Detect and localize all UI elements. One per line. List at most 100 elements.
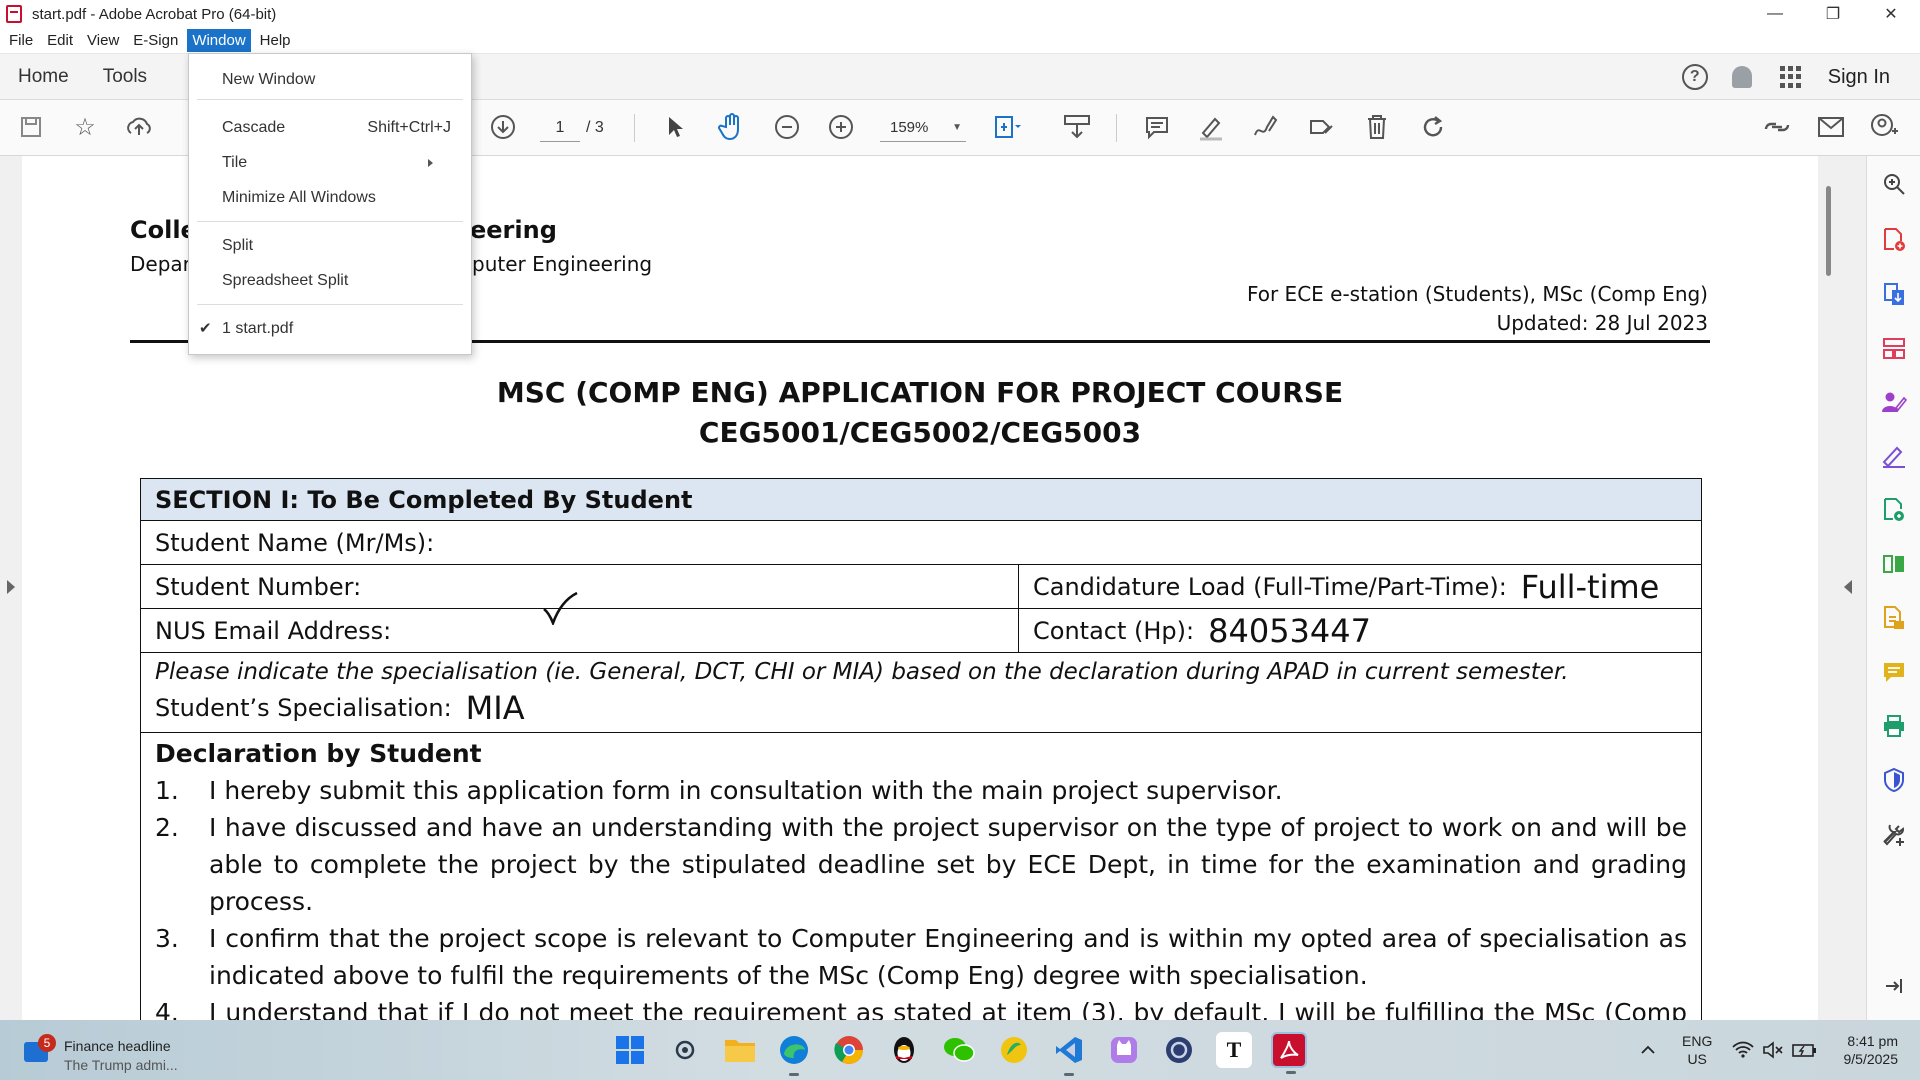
- menu-item-spreadsheet-split[interactable]: Spreadsheet Split: [222, 272, 348, 290]
- zoom-level-value: 159%: [890, 119, 929, 136]
- checkmark-icon: ✔: [199, 320, 212, 337]
- menu-item-start-pdf[interactable]: 1 start.pdf: [222, 320, 293, 338]
- menu-view[interactable]: View: [82, 29, 124, 52]
- comment-panel-icon[interactable]: [1880, 658, 1908, 686]
- menu-item-new-window[interactable]: New Window: [222, 71, 315, 89]
- typora-icon[interactable]: T: [1216, 1032, 1252, 1068]
- fill-sign-icon[interactable]: [1306, 112, 1336, 142]
- vscode-icon[interactable]: [1051, 1032, 1087, 1076]
- clock-time: 8:41 pm: [1847, 1033, 1898, 1049]
- search-zoom-icon[interactable]: [1880, 170, 1908, 198]
- dark-app-icon[interactable]: [1161, 1032, 1197, 1068]
- zoom-level-select[interactable]: 159% ▼: [880, 114, 966, 142]
- clock-date: 9/5/2025: [1843, 1051, 1899, 1067]
- page-total: / 3: [586, 119, 604, 136]
- specialisation-row: Please indicate the specialisation (ie. …: [141, 653, 1701, 733]
- help-icon[interactable]: ?: [1681, 64, 1708, 90]
- zoom-out-icon[interactable]: [772, 112, 802, 142]
- upload-cloud-icon[interactable]: [124, 112, 154, 142]
- fill-and-sign-icon[interactable]: [1880, 442, 1908, 470]
- menu-file[interactable]: File: [4, 29, 38, 52]
- fit-page-icon[interactable]: [992, 112, 1022, 142]
- save-icon[interactable]: [16, 112, 46, 142]
- notifications-bell-icon[interactable]: [1731, 66, 1752, 88]
- scrollbar-thumb[interactable]: [1826, 186, 1831, 276]
- menu-item-split[interactable]: Split: [222, 237, 253, 255]
- email-envelope-icon[interactable]: [1816, 112, 1846, 142]
- application-form-table: SECTION I: To Be Completed By Student St…: [140, 478, 1702, 1020]
- rotate-icon[interactable]: [1418, 112, 1448, 142]
- download-circle-icon[interactable]: [488, 112, 518, 142]
- organize-pages-icon[interactable]: [1880, 334, 1908, 362]
- combine-files-icon[interactable]: [1880, 604, 1908, 632]
- sign-in-button[interactable]: Sign In: [1828, 66, 1890, 89]
- chrome-browser-icon[interactable]: [831, 1032, 867, 1068]
- menu-item-tile[interactable]: Tile: [222, 154, 247, 172]
- minimize-button[interactable]: —: [1746, 0, 1804, 28]
- comment-icon[interactable]: [1142, 112, 1172, 142]
- menu-esign[interactable]: E-Sign: [128, 29, 183, 52]
- acrobat-taskbar-icon[interactable]: [1271, 1032, 1307, 1074]
- menu-window[interactable]: Window: [187, 29, 251, 52]
- select-cursor-icon[interactable]: [660, 112, 690, 142]
- wifi-icon[interactable]: [1732, 1020, 1754, 1080]
- toolbar-divider: [1116, 114, 1117, 142]
- news-badge: 5: [38, 1034, 56, 1052]
- bookmark-star-icon[interactable]: ☆: [70, 112, 100, 142]
- tray-overflow-chevron-icon[interactable]: [1640, 1020, 1656, 1080]
- edit-pdf-icon[interactable]: [1880, 496, 1908, 524]
- tools-tab[interactable]: Tools: [103, 66, 147, 88]
- yellow-app-icon[interactable]: [996, 1032, 1032, 1068]
- email-cell: NUS Email Address:: [141, 609, 1019, 653]
- menu-edit[interactable]: Edit: [42, 29, 78, 52]
- collapse-right-panel-icon[interactable]: [1880, 972, 1908, 1000]
- menu-item-minimize-all[interactable]: Minimize All Windows: [222, 189, 376, 207]
- search-icon[interactable]: [667, 1032, 703, 1068]
- draw-sign-icon[interactable]: [1250, 112, 1280, 142]
- restore-button[interactable]: ❐: [1804, 0, 1862, 28]
- create-pdf-icon[interactable]: [1880, 226, 1908, 254]
- highlight-pen-icon[interactable]: [1196, 112, 1226, 142]
- request-signatures-icon[interactable]: [1880, 388, 1908, 416]
- language-indicator[interactable]: ENG US: [1682, 1032, 1712, 1068]
- collapse-panel-arrow-icon[interactable]: [1844, 580, 1852, 594]
- title-bar: start.pdf - Adobe Acrobat Pro (64-bit) —…: [0, 0, 1920, 28]
- compare-files-icon[interactable]: [1880, 550, 1908, 578]
- apps-grid-icon[interactable]: [1779, 66, 1802, 88]
- page-number-input[interactable]: 1: [540, 114, 580, 142]
- menu-help[interactable]: Help: [255, 29, 296, 52]
- menu-item-cascade[interactable]: Cascade: [222, 119, 285, 137]
- protect-shield-icon[interactable]: [1880, 766, 1908, 794]
- qq-penguin-icon[interactable]: [886, 1032, 922, 1068]
- wechat-icon[interactable]: [941, 1032, 977, 1068]
- zoom-in-icon[interactable]: [826, 112, 856, 142]
- share-person-icon[interactable]: [1870, 112, 1900, 142]
- declaration-text: I have discussed and have an understandi…: [209, 813, 1687, 916]
- scroll-mode-icon[interactable]: [1062, 112, 1092, 142]
- more-tools-icon[interactable]: [1880, 820, 1908, 848]
- home-tab[interactable]: Home: [18, 66, 69, 88]
- student-name-row: Student Name (Mr/Ms):: [141, 521, 1701, 625]
- vertical-scrollbar[interactable]: [1818, 156, 1866, 1020]
- window-controls: — ❐ ✕: [1746, 0, 1920, 28]
- close-button[interactable]: ✕: [1862, 0, 1920, 28]
- college-name-suffix: eering: [470, 216, 557, 244]
- language-code: ENG: [1682, 1033, 1713, 1049]
- declaration-text: I confirm that the project scope is rele…: [209, 924, 1687, 990]
- hand-tool-icon[interactable]: [716, 112, 746, 142]
- print-production-icon[interactable]: [1880, 712, 1908, 740]
- battery-charging-icon[interactable]: [1792, 1020, 1818, 1080]
- share-link-icon[interactable]: [1762, 112, 1792, 142]
- edge-browser-icon[interactable]: [776, 1032, 812, 1076]
- export-pdf-icon[interactable]: [1880, 280, 1908, 308]
- system-clock[interactable]: 8:41 pm 9/5/2025: [1844, 1032, 1899, 1068]
- left-panel-toggle[interactable]: [0, 156, 22, 1020]
- candidature-load-cell: Candidature Load (Full-Time/Part-Time): …: [1019, 565, 1701, 609]
- news-widget[interactable]: 5 Finance headline The Trump admi...: [18, 1028, 218, 1074]
- cat-app-icon[interactable]: [1106, 1032, 1142, 1068]
- delete-trash-icon[interactable]: [1362, 112, 1392, 142]
- file-explorer-icon[interactable]: [722, 1032, 758, 1068]
- speaker-muted-icon[interactable]: [1762, 1020, 1784, 1080]
- declaration-item: 4. I understand that if I do not meet th…: [155, 994, 1687, 1020]
- windows-start-icon[interactable]: [612, 1032, 648, 1068]
